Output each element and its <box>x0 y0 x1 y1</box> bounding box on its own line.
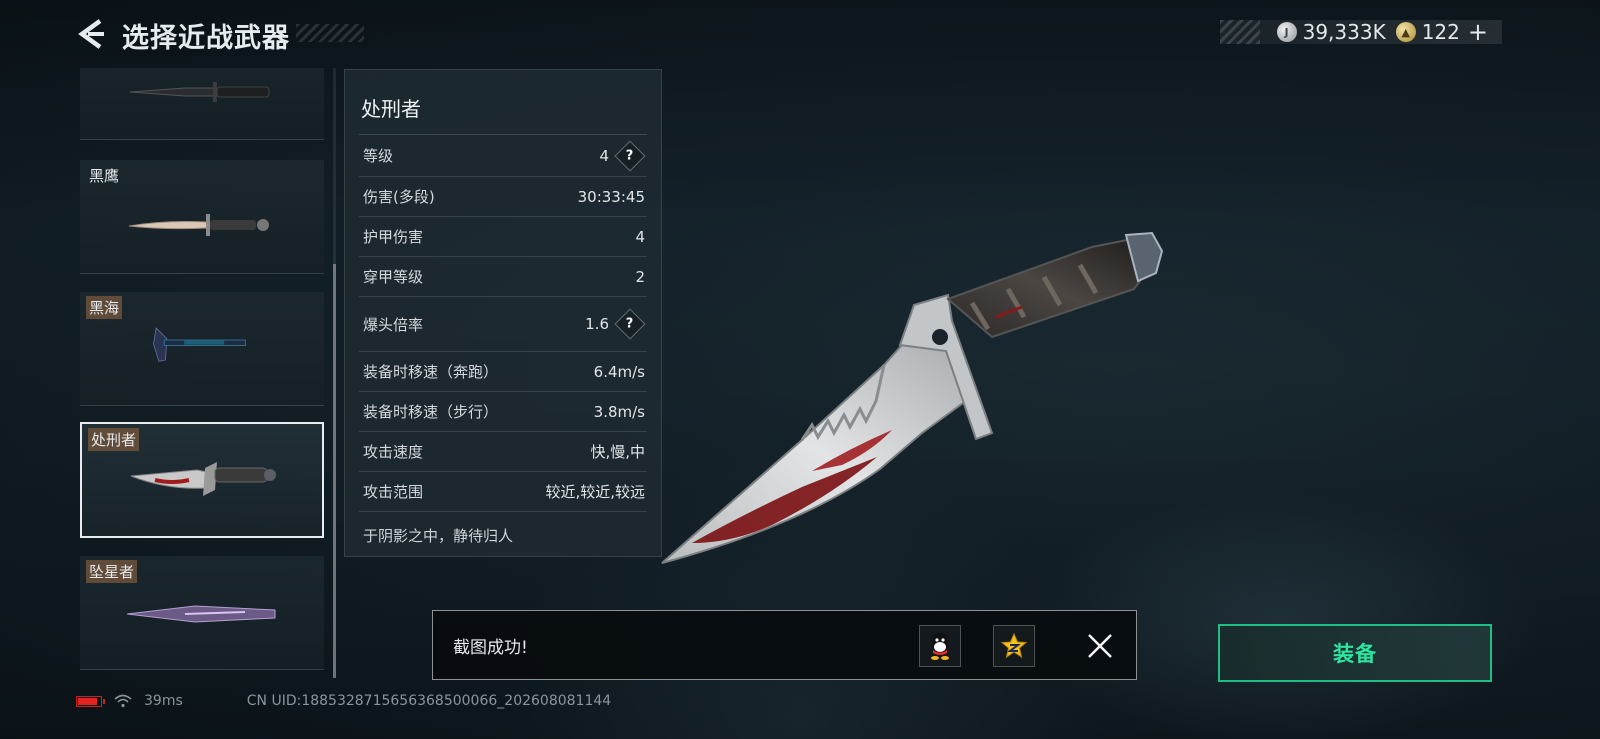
blacksea-axe-image <box>153 327 246 362</box>
silver-coin-icon: J <box>1276 22 1297 42</box>
weapon-card-executioner[interactable]: 处刑者 <box>80 422 324 538</box>
combat-knife-image <box>129 82 270 102</box>
blackhawk-knife-image <box>128 214 269 236</box>
battery-icon <box>76 695 105 707</box>
stat-label: 装备时移速（步行） <box>363 403 499 421</box>
stat-label: 穿甲等级 <box>363 268 424 286</box>
stat-value: 2 <box>635 267 645 286</box>
stat-row-level: 等级 4 ? <box>359 135 647 177</box>
back-arrow-icon[interactable] <box>76 18 106 50</box>
stat-value: 4 <box>599 146 609 165</box>
stat-value: 6.4m/s <box>593 362 645 381</box>
battery-level <box>78 697 97 705</box>
starfaller-blade-image <box>126 605 276 623</box>
weapon-list[interactable]: 黑鹰 黑海 处刑者 坠星者 <box>80 68 324 672</box>
stat-value: 1.6 <box>585 315 609 333</box>
page-title: 选择近战武器 <box>122 23 290 54</box>
weapon-name: 处刑者 <box>361 97 421 121</box>
share-qq-button[interactable] <box>919 625 961 667</box>
silver-currency: J 39,333K <box>1276 20 1386 44</box>
stat-row-headshot: 爆头倍率 1.6 ? <box>359 297 647 352</box>
stat-label: 装备时移速（奔跑） <box>363 363 499 381</box>
toast-message: 截图成功! <box>453 638 528 658</box>
weapon-card-label: 坠星者 <box>86 560 138 583</box>
ping-value: 39ms <box>144 693 183 709</box>
gold-coin-icon: ▲ <box>1395 22 1416 42</box>
currency-bar: J 39,333K ▲ 122 + <box>1220 18 1502 46</box>
gold-currency: ▲ 122 + <box>1395 18 1488 46</box>
stat-value: 30:33:45 <box>577 187 645 206</box>
share-qzone-button[interactable] <box>993 625 1035 667</box>
weapon-list-scrollbar[interactable] <box>333 68 336 678</box>
stat-row-run-speed: 装备时移速（奔跑） 6.4m/s <box>359 352 647 392</box>
close-icon[interactable] <box>1085 631 1115 661</box>
stat-label: 攻击范围 <box>363 483 424 501</box>
stat-row-attack-speed: 攻击速度 快,慢,中 <box>359 432 647 472</box>
weapon-card-label: 黑海 <box>86 296 123 319</box>
help-icon[interactable]: ? <box>614 308 646 340</box>
equip-button[interactable]: 装备 <box>1218 624 1492 682</box>
stat-row-walk-speed: 装备时移速（步行） 3.8m/s <box>359 392 647 432</box>
stat-row-penetration: 穿甲等级 2 <box>359 257 647 297</box>
status-bar: 39ms CN UID:1885328715656368500066_20260… <box>76 693 611 709</box>
weapon-stats-panel: 处刑者 等级 4 ? 伤害(多段) 30:33:45 护甲伤害 4 穿甲等级 2… <box>344 69 662 557</box>
weapon-card-label: 处刑者 <box>88 428 140 451</box>
stat-row-attack-range: 攻击范围 较近,较近,较远 <box>359 472 647 512</box>
stat-value: 较近,较近,较远 <box>545 483 645 501</box>
executioner-knife-hero-image <box>661 231 1164 564</box>
weapon-card-starfaller[interactable]: 坠星者 <box>80 556 324 670</box>
qzone-star-icon <box>1000 632 1028 659</box>
add-currency-button[interactable]: + <box>1468 18 1488 46</box>
qq-icon <box>931 633 949 660</box>
stat-value-wrap: 4 ? <box>599 139 647 172</box>
title-decoration <box>296 24 364 42</box>
executioner-knife-image <box>130 462 276 496</box>
equip-label: 装备 <box>1333 642 1377 666</box>
stat-row-armor-damage: 护甲伤害 4 <box>359 217 647 257</box>
weapon-description: 于阴影之中，静待归人 <box>363 527 514 545</box>
stat-label: 护甲伤害 <box>363 228 424 246</box>
stat-row-damage: 伤害(多段) 30:33:45 <box>359 177 647 217</box>
weapon-card-combat-knife[interactable] <box>80 68 324 140</box>
stat-value: 3.8m/s <box>593 402 645 421</box>
screenshot-toast: 截图成功! <box>432 610 1137 680</box>
stat-label: 伤害(多段) <box>363 188 435 206</box>
user-uid: CN UID:1885328715656368500066_2026080811… <box>246 693 612 709</box>
weapon-card-blacksea[interactable]: 黑海 <box>80 292 324 406</box>
stat-label: 爆头倍率 <box>363 315 424 334</box>
stat-label: 攻击速度 <box>363 443 424 461</box>
stat-label: 等级 <box>363 147 394 165</box>
weapon-card-label: 黑鹰 <box>89 167 120 185</box>
weapon-card-blackhawk[interactable]: 黑鹰 <box>80 160 324 274</box>
stat-value: 快,慢,中 <box>590 443 645 461</box>
help-icon[interactable]: ? <box>614 139 646 172</box>
scrollbar-thumb[interactable] <box>333 264 336 678</box>
silver-amount: 39,333K <box>1302 20 1386 44</box>
stat-value-wrap: 1.6 ? <box>585 308 647 340</box>
wifi-icon <box>114 694 132 708</box>
stat-value: 4 <box>635 227 645 246</box>
gold-amount: 122 <box>1421 20 1460 44</box>
